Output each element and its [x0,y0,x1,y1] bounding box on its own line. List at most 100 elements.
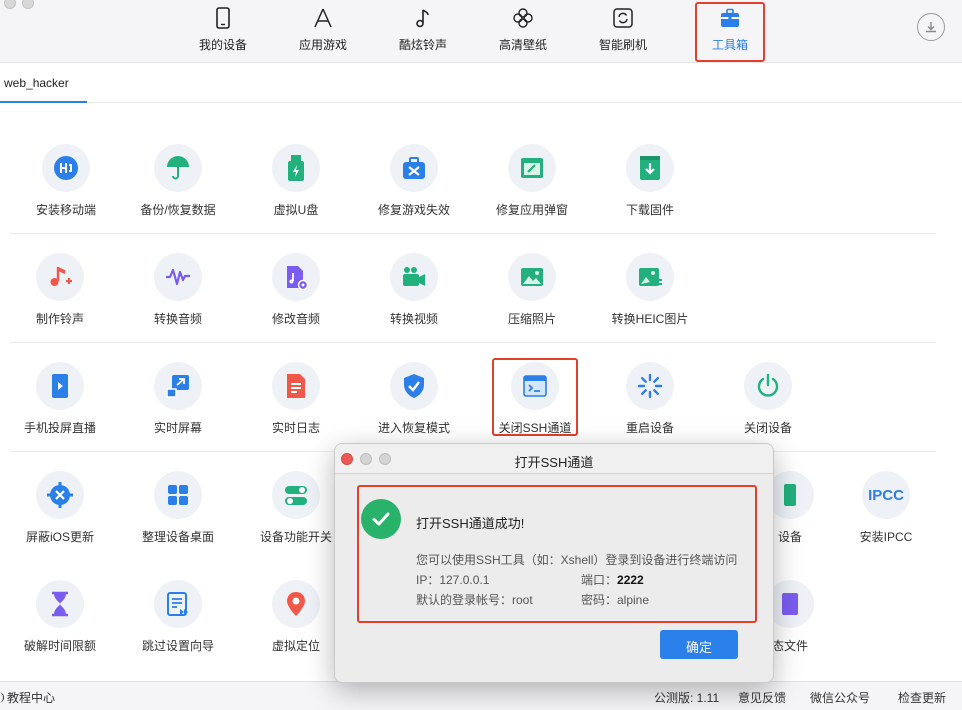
tab-apps-games[interactable]: 应用游戏 [283,6,363,53]
window-close-button[interactable] [4,0,16,9]
tool-convert-video[interactable]: 转换视频 [354,253,474,327]
block-update-icon [47,482,73,508]
dialog-description: 您可以使用SSH工具（如：Xshell）登录到设备进行终端访问 [416,553,738,567]
tool-repair-app-popup[interactable]: 修复应用弹窗 [472,144,592,218]
tab-wallpapers[interactable]: 高清壁纸 [483,6,563,53]
ok-button[interactable]: 确定 [660,630,738,659]
tool-virtual-usb[interactable]: 虚拟U盘 [236,144,356,218]
download-icon [926,22,936,33]
tool-label: 跳过设置向导 [141,639,214,653]
tool-organize-desktop[interactable]: 整理设备桌面 [118,471,238,545]
tool-make-ringtone[interactable]: 制作铃声 [0,253,120,327]
tool-label: 实时屏幕 [153,421,202,435]
video-icon [403,267,425,286]
tool-label: 制作铃声 [35,312,84,326]
tab-apps-games-label: 应用游戏 [298,38,347,52]
tool-convert-heic[interactable]: 转换HEIC图片 [590,253,710,327]
tool-label: 关闭设备 [743,421,792,435]
tool-label: 修复游戏失效 [377,203,450,217]
tool-label: 备份/恢复数据 [140,203,216,217]
tool-label: 实时日志 [271,421,320,435]
audio-file-icon [287,266,309,291]
check-update-link[interactable]: 检查更新 [898,689,946,706]
tool-shutdown-device[interactable]: 关闭设备 [708,362,828,436]
dialog-port: 端口：2222 [581,571,644,588]
phone-icon [216,7,230,29]
umbrella-icon [167,156,189,180]
window-controls [4,0,34,9]
usb-icon [288,155,304,181]
refresh-icon [613,8,633,28]
tab-ringtones[interactable]: 酷炫铃声 [383,6,463,53]
location-pin-icon [287,592,305,616]
waveform-icon [166,268,190,286]
tool-screen-mirror[interactable]: 手机投屏直播 [0,362,120,436]
power-icon [757,373,779,397]
tool-backup-restore[interactable]: 备份/恢复数据 [118,144,238,218]
tool-bypass-screen-time[interactable]: 破解时间限额 [0,580,120,654]
dialog-titlebar: 打开SSH通道 [335,444,773,474]
row-divider [10,233,936,234]
tool-install-mobile[interactable]: 安装移动端 [6,144,126,218]
tool-convert-audio[interactable]: 转换音频 [118,253,238,327]
tab-ringtones-label: 酷炫铃声 [398,38,447,52]
tool-label: 整理设备桌面 [141,530,214,544]
tool-edit-audio[interactable]: 修改音频 [236,253,356,327]
device-tab-web-hacker[interactable]: web_hacker [0,63,87,103]
tool-label: 虚拟U盘 [273,203,319,217]
live-screen-icon [166,375,189,398]
device-icon [784,484,796,506]
tab-smart-flash[interactable]: 智能刷机 [583,6,663,53]
photo-icon [521,268,543,286]
tool-realtime-log[interactable]: 实时日志 [236,362,356,436]
ssh-dialog: 打开SSH通道 打开SSH通道成功! 您可以使用SSH工具（如：Xshell）登… [334,443,774,683]
app-store-icon [314,8,332,28]
tool-recovery-mode[interactable]: 进入恢复模式 [354,362,474,436]
tool-label: 修改音频 [271,312,320,326]
dialog-close-button[interactable] [341,453,353,465]
tool-compress-photo[interactable]: 压缩照片 [472,253,592,327]
screen-mirror-icon [52,374,68,398]
download-button[interactable] [917,13,945,41]
tool-repair-game[interactable]: 修复游戏失效 [354,144,474,218]
spinner-icon [637,373,663,399]
dialog-title: 打开SSH通道 [514,455,594,470]
tab-my-device[interactable]: 我的设备 [183,6,263,53]
tool-label: 屏蔽iOS更新 [25,530,94,544]
success-check-icon [361,499,401,539]
window-minimize-button[interactable] [22,0,34,9]
dialog-zoom-button[interactable] [379,453,391,465]
tool-label: 安装IPCC [859,530,913,544]
highlight-box-toolbox [695,2,765,62]
repair-toolbox-icon [403,157,425,179]
device-tabs: web_hacker [0,63,962,103]
row-divider [10,342,936,343]
highlight-box-close-ssh [492,358,578,436]
tool-install-ipcc[interactable]: IPCC 安装IPCC [826,471,946,545]
tool-label: 重启设备 [625,421,674,435]
tutorial-center-link[interactable]: 教程中心 [0,689,55,706]
wechat-link[interactable]: 微信公众号 [810,689,870,706]
dialog-minimize-button[interactable] [360,453,372,465]
status-bar: 教程中心 公测版: 1.11 意见反馈 微信公众号 检查更新 [0,681,962,710]
music-note-icon [416,9,429,28]
feedback-link[interactable]: 意见反馈 [738,689,786,706]
tool-live-screen[interactable]: 实时屏幕 [118,362,238,436]
tool-label: 手机投屏直播 [23,421,96,435]
ipcc-icon: IPCC [868,486,904,504]
install-mobile-icon [54,156,78,180]
tool-download-firmware[interactable]: 下载固件 [590,144,710,218]
flower-icon [513,8,533,28]
tool-label: 转换HEIC图片 [611,312,689,326]
tool-restart-device[interactable]: 重启设备 [590,362,710,436]
help-icon [0,692,4,703]
repair-window-icon [521,158,543,178]
dialog-message-box: 打开SSH通道成功! 您可以使用SSH工具（如：Xshell）登录到设备进行终端… [357,485,757,623]
tool-skip-setup-wizard[interactable]: 跳过设置向导 [118,580,238,654]
file-icon [782,593,798,615]
tool-label: 破解时间限额 [23,639,96,653]
tool-label: 转换视频 [389,312,438,326]
ringtone-icon [50,267,72,286]
tool-label: 转换音频 [153,312,202,326]
tool-block-ios-update[interactable]: 屏蔽iOS更新 [0,471,120,545]
